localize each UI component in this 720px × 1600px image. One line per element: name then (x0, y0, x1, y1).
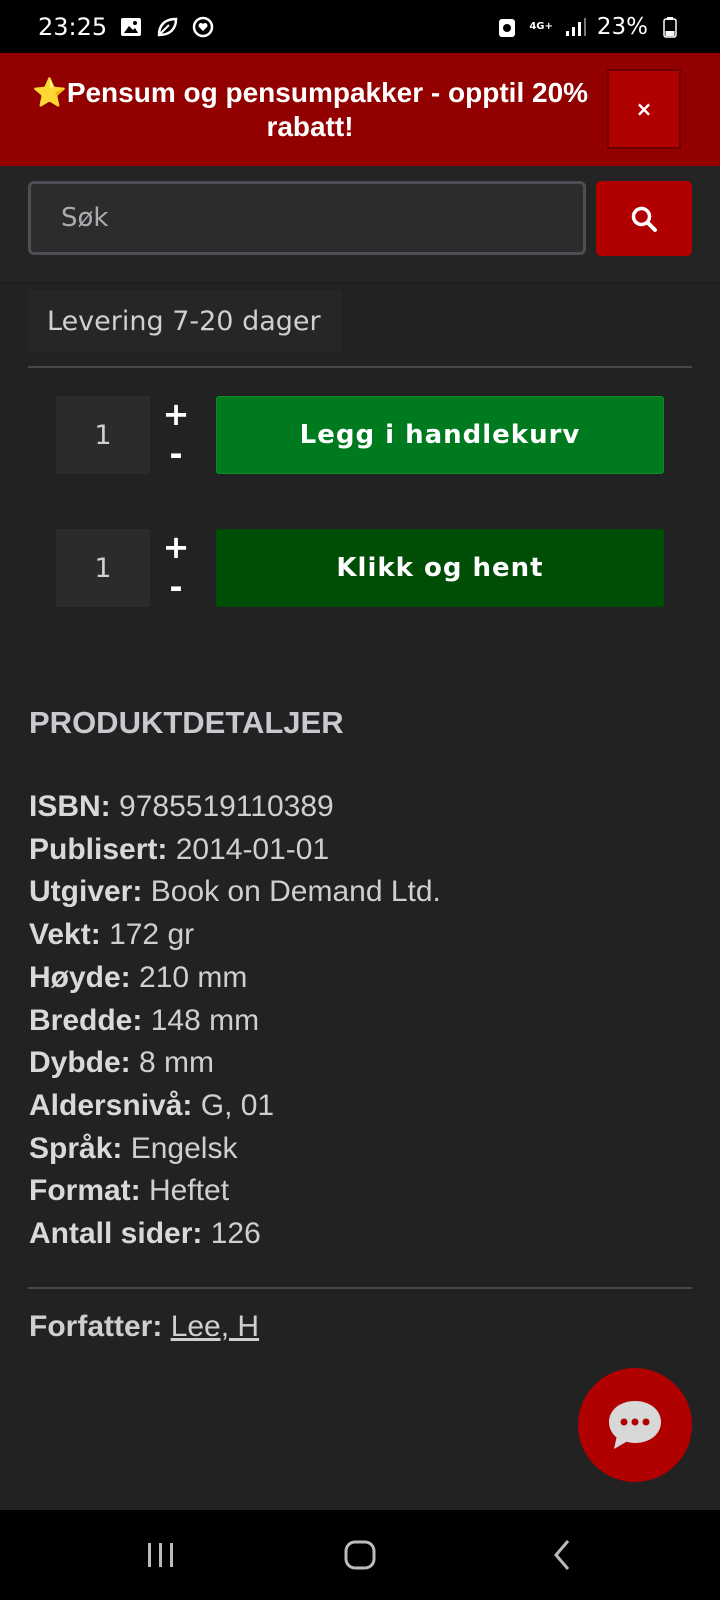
gallery-icon (119, 15, 143, 39)
detail-row: Publisert: 2014-01-01 (29, 832, 330, 866)
system-nav-bar (0, 1510, 720, 1600)
close-banner-button[interactable]: × (607, 69, 681, 149)
detail-row: Aldersnivå: G, 01 (29, 1088, 275, 1122)
divider (28, 366, 692, 368)
detail-row: Bredde: 148 mm (29, 1003, 260, 1037)
network-type: 4G+ (529, 20, 553, 32)
search-icon (631, 206, 657, 232)
chat-button[interactable] (578, 1368, 692, 1482)
battery-percent: 23% (596, 13, 648, 40)
detail-row: ISBN: 9785519110389 (29, 790, 334, 823)
pickup-quantity-decrease[interactable]: - (158, 569, 194, 605)
detail-row: Høyde: 210 mm (29, 960, 248, 994)
search-button[interactable] (596, 181, 692, 256)
add-to-cart-button[interactable]: Legg i handlekurv (216, 396, 664, 474)
cart-quantity-increase[interactable]: + (158, 396, 194, 432)
detail-row: Utgiver: Book on Demand Ltd. (29, 875, 441, 909)
status-bar: 23:25 4G+ 23% (0, 0, 720, 53)
search-bar: Søk (0, 166, 720, 284)
back-button[interactable] (532, 1530, 592, 1580)
divider (28, 1287, 692, 1289)
heart-circle-icon (191, 15, 215, 39)
author-row: Forfatter: Lee, H (29, 1310, 259, 1344)
status-time: 23:25 (38, 12, 108, 41)
author-link[interactable]: Lee, H (171, 1310, 259, 1343)
recents-icon (148, 1543, 173, 1567)
detail-row: Antall sider: 126 (29, 1217, 261, 1251)
detail-row: Dybde: 8 mm (29, 1046, 215, 1080)
detail-row: Format: Heftet (29, 1174, 230, 1208)
detail-row: Språk: Engelsk (29, 1131, 238, 1165)
star-icon: ⭐ (31, 76, 67, 108)
home-icon (344, 1540, 376, 1570)
recycle-icon (495, 15, 519, 39)
product-details-title: PRODUKTDETALJER (29, 705, 344, 740)
signal-icon (563, 15, 587, 39)
promo-text: Pensum og pensumpakker - opptil 20% raba… (66, 76, 589, 142)
cart-quantity-input[interactable]: 1 (56, 396, 150, 474)
author-label: Forfatter: (29, 1310, 163, 1343)
click-and-collect-button[interactable]: Klikk og hent (216, 529, 664, 607)
promo-banner: ⭐Pensum og pensumpakker - opptil 20% rab… (0, 53, 720, 166)
back-chevron-icon (554, 1540, 570, 1570)
home-button[interactable] (330, 1530, 390, 1580)
leaf-icon (155, 15, 179, 39)
pickup-quantity-input[interactable]: 1 (56, 529, 150, 607)
product-details-list: ISBN: 9785519110389 Publisert: 2014-01-0… (29, 786, 679, 1256)
cart-quantity-decrease[interactable]: - (158, 436, 194, 472)
delivery-time: Levering 7-20 dager (28, 290, 342, 352)
chat-bubble-icon (609, 1401, 661, 1449)
search-input[interactable]: Søk (28, 181, 586, 255)
detail-row: Vekt: 172 gr (29, 918, 195, 952)
recents-button[interactable] (131, 1530, 191, 1580)
battery-icon (658, 15, 682, 39)
pickup-quantity-increase[interactable]: + (158, 529, 194, 565)
